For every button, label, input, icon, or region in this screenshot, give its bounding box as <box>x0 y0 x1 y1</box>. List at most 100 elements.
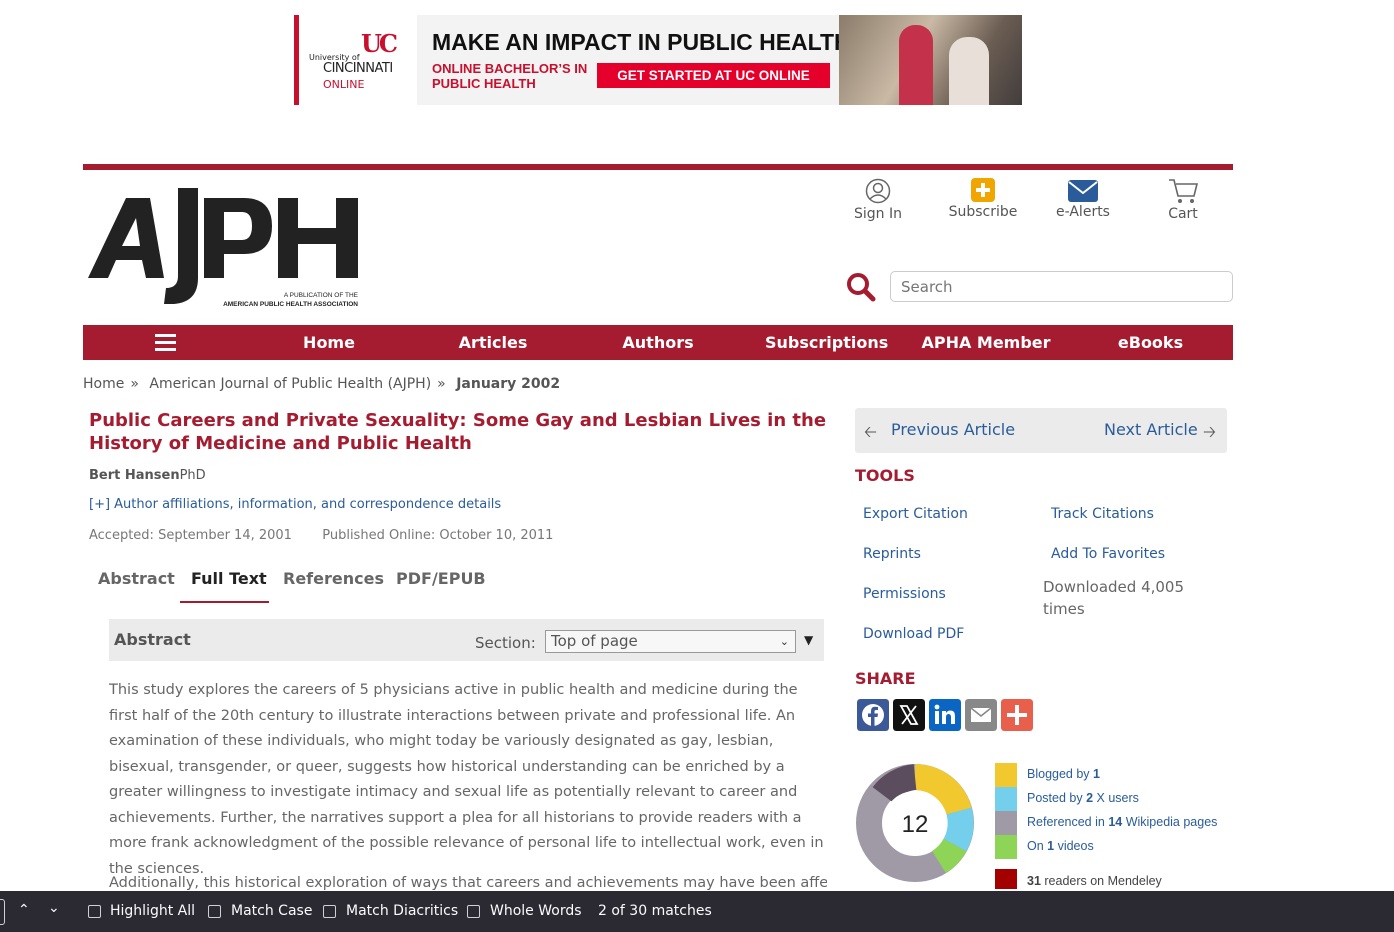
tab-full-text[interactable]: Full Text <box>191 569 267 588</box>
article-navigation: 🡠 Previous Article Next Article 🡢 <box>855 408 1227 453</box>
match-case-checkbox[interactable] <box>208 905 221 918</box>
tab-references[interactable]: References <box>283 569 384 588</box>
search-input[interactable] <box>890 271 1233 302</box>
altmetric-row-text: 31 readers on Mendeley <box>1027 874 1162 888</box>
active-tab-indicator <box>180 601 269 603</box>
caret-down-icon[interactable]: ▼ <box>804 633 813 647</box>
uc-monogram-icon: UC <box>361 29 398 58</box>
ad-banner[interactable]: UC University of CINCINNATI ONLINE MAKE … <box>294 15 1022 105</box>
download-count: Downloaded 4,005 times <box>1043 578 1185 618</box>
nav-ebooks[interactable]: eBooks <box>1113 325 1188 360</box>
whole-words-label[interactable]: Whole Words <box>490 903 582 919</box>
arrow-right-icon[interactable]: 🡢 <box>1203 421 1216 448</box>
section-label: Section: <box>475 634 536 652</box>
nav-subscriptions[interactable]: Subscriptions <box>765 325 888 360</box>
logo-tagline-1: A PUBLICATION OF THE <box>284 292 359 299</box>
altmetric-row-text: On 1 videos <box>1027 839 1094 853</box>
article-title: Public Careers and Private Sexuality: So… <box>89 410 827 454</box>
permissions-link[interactable]: Permissions <box>863 586 946 602</box>
ajph-logo[interactable]: A PUBLICATION OF THE AMERICAN PUBLIC HEA… <box>86 180 361 310</box>
altmetric-row-text: Referenced in 14 Wikipedia pages <box>1027 815 1218 829</box>
author-affiliations-toggle[interactable]: [+] Author affiliations, information, an… <box>89 497 501 512</box>
section-select-value: Top of page <box>551 632 638 650</box>
breadcrumb-separator: » <box>437 376 446 392</box>
subscribe-label: Subscribe <box>948 204 1018 220</box>
find-bar: ⌃ ⌄ Highlight All Match Case Match Diacr… <box>0 891 1394 932</box>
match-diacritics-checkbox[interactable] <box>323 905 336 918</box>
section-heading: Abstract <box>114 630 191 649</box>
nav-apha-member-login[interactable]: APHA Member Login <box>898 325 1074 387</box>
section-select[interactable]: Top of page ⌄ <box>545 630 796 653</box>
nav-home[interactable]: Home <box>289 325 369 360</box>
breadcrumb-issue: January 2002 <box>456 376 561 392</box>
reprints-link[interactable]: Reprints <box>863 546 921 562</box>
article-dates: Accepted: September 14, 2001 Published O… <box>89 528 553 543</box>
author-line: Bert HansenPhD <box>89 468 206 483</box>
breadcrumb-home[interactable]: Home <box>83 376 124 392</box>
header-rule <box>83 164 1233 170</box>
find-status: 2 of 30 matches <box>598 903 712 919</box>
logo-tagline-2: AMERICAN PUBLIC HEALTH ASSOCIATION <box>223 301 358 308</box>
search-icon[interactable] <box>846 272 876 302</box>
accepted-date: Accepted: September 14, 2001 <box>89 528 292 543</box>
more-icon[interactable] <box>1001 699 1033 731</box>
find-previous-icon[interactable]: ⌃ <box>18 902 30 918</box>
share-header: SHARE <box>855 669 916 688</box>
ad-photo-person <box>899 25 933 105</box>
find-input-edge[interactable] <box>0 899 5 925</box>
ad-cincinnati: CINCINNATI <box>323 61 393 76</box>
ealerts-link[interactable]: e-Alerts <box>1048 180 1118 220</box>
find-next-icon[interactable]: ⌄ <box>48 900 60 916</box>
export-citation-link[interactable]: Export Citation <box>863 506 968 522</box>
highlight-all-checkbox[interactable] <box>88 905 101 918</box>
subscribe-link[interactable]: Subscribe <box>943 178 1023 220</box>
altmetric-row-text: Blogged by 1 <box>1027 767 1100 781</box>
cart-link[interactable]: Cart <box>1158 178 1208 222</box>
breadcrumb-separator: » <box>130 376 139 392</box>
envelope-icon <box>1068 180 1098 202</box>
user-icon <box>865 178 891 204</box>
menu-icon[interactable] <box>155 334 176 351</box>
match-diacritics-label[interactable]: Match Diacritics <box>346 903 458 919</box>
match-case-label[interactable]: Match Case <box>231 903 312 919</box>
facebook-icon[interactable] <box>857 699 889 731</box>
main-nav: Home Articles Authors Subscriptions APHA… <box>83 325 1233 387</box>
previous-article-link[interactable]: Previous Article <box>891 420 1015 439</box>
altmetric-swatch <box>995 787 1017 811</box>
track-citations-link[interactable]: Track Citations <box>1051 506 1154 522</box>
breadcrumb-journal[interactable]: American Journal of Public Health (AJPH) <box>149 376 431 392</box>
published-date: Published Online: October 10, 2011 <box>322 528 554 543</box>
altmetric-donut[interactable]: 12 <box>855 763 975 883</box>
download-pdf-link[interactable]: Download PDF <box>863 626 964 642</box>
abstract-text: This study explores the careers of 5 phy… <box>109 682 824 877</box>
tab-pdf-epub[interactable]: PDF/EPUB <box>396 569 486 588</box>
sign-in-label: Sign In <box>854 206 902 222</box>
whole-words-checkbox[interactable] <box>467 905 480 918</box>
arrow-left-icon[interactable]: 🡠 <box>864 421 877 448</box>
ealerts-label: e-Alerts <box>1056 204 1110 220</box>
nav-articles[interactable]: Articles <box>453 325 533 360</box>
nav-authors[interactable]: Authors <box>618 325 698 360</box>
ad-cta-button[interactable]: GET STARTED AT UC ONLINE <box>597 63 830 88</box>
chevron-down-icon: ⌄ <box>779 635 789 648</box>
author-name[interactable]: Bert Hansen <box>89 468 180 483</box>
altmetric-row-text: Posted by 2 X users <box>1027 791 1139 805</box>
highlight-all-label[interactable]: Highlight All <box>110 903 195 919</box>
tab-abstract[interactable]: Abstract <box>98 569 175 588</box>
cart-label: Cart <box>1168 206 1198 222</box>
add-to-favorites-link[interactable]: Add To Favorites <box>1051 546 1165 562</box>
sign-in-link[interactable]: Sign In <box>848 178 908 222</box>
linkedin-icon[interactable] <box>929 699 961 731</box>
altmetric-swatch <box>995 835 1017 859</box>
ad-photo-person <box>949 37 989 105</box>
altmetric-score: 12 <box>902 811 929 838</box>
altmetric-swatch <box>995 811 1017 835</box>
altmetric-swatch <box>995 869 1017 889</box>
author-degree: PhD <box>179 468 206 483</box>
ad-photo <box>839 15 1022 105</box>
x-icon[interactable] <box>893 699 925 731</box>
section-bar: Abstract Section: Top of page ⌄ ▼ <box>109 619 824 661</box>
email-icon[interactable] <box>965 699 997 731</box>
next-article-link[interactable]: Next Article <box>1104 420 1198 439</box>
ad-subhead: ONLINE BACHELOR’S IN PUBLIC HEALTH <box>432 61 588 91</box>
